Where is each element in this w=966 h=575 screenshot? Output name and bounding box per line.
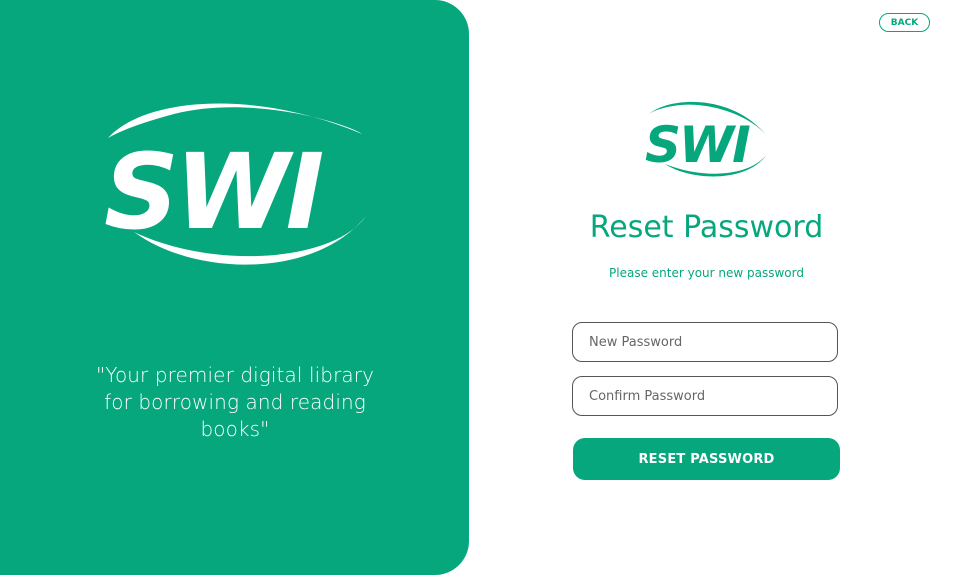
confirm-password-field[interactable]	[572, 376, 838, 416]
page-title: Reset Password	[589, 210, 824, 245]
svg-text:SWI: SWI	[104, 131, 323, 253]
swi-logo-small: SWI	[645, 101, 767, 177]
swi-logo: SWI	[104, 103, 366, 265]
tagline: "Your premier digital library for borrow…	[95, 363, 375, 441]
back-button[interactable]: BACK	[879, 13, 930, 32]
reset-password-button[interactable]: RESET PASSWORD	[573, 438, 840, 480]
page-subtitle: Please enter your new password	[609, 266, 804, 280]
new-password-field[interactable]	[572, 322, 838, 362]
reset-password-page: SWI "Your premier digital library for bo…	[0, 0, 966, 575]
svg-text:SWI: SWI	[645, 116, 750, 174]
brand-panel: SWI "Your premier digital library for bo…	[0, 0, 469, 575]
